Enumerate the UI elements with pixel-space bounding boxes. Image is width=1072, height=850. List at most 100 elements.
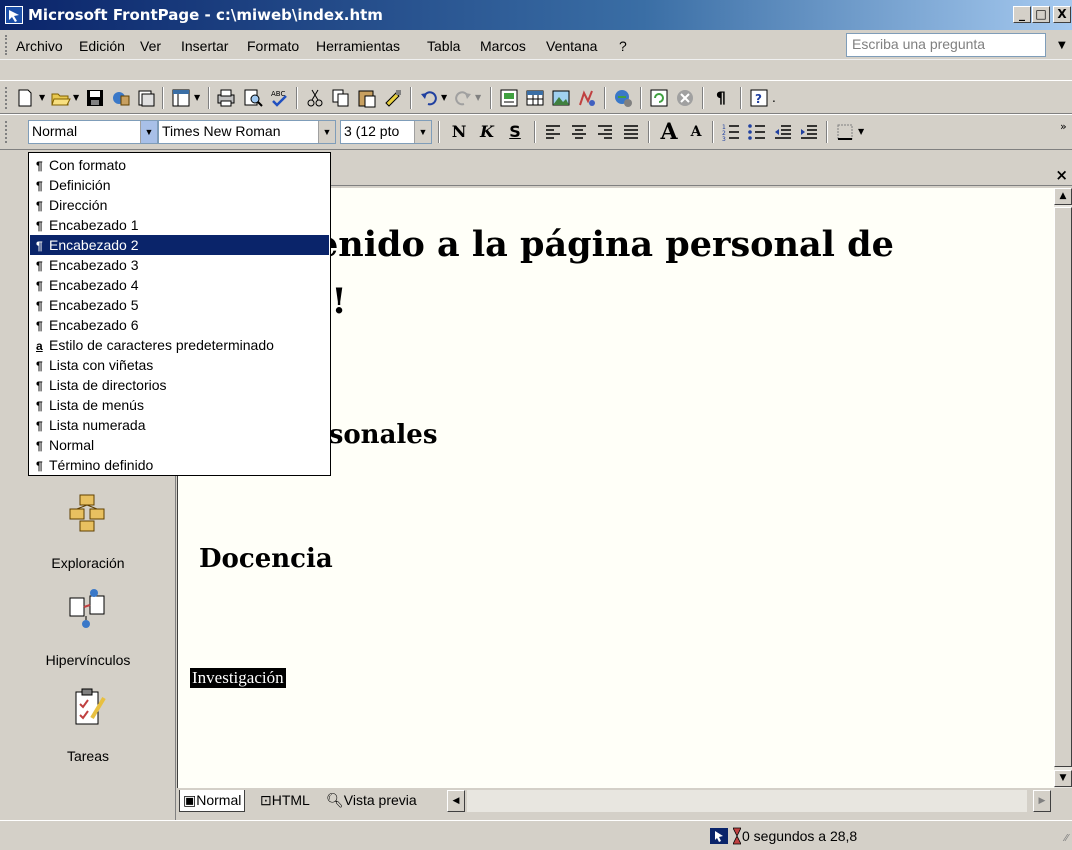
horizontal-scrollbar-track[interactable] — [467, 790, 1027, 812]
menu-insertar[interactable]: Insertar — [181, 38, 228, 54]
style-dropdown-arrow-icon[interactable]: ▼ — [140, 121, 157, 143]
close-document-icon[interactable]: × — [1055, 166, 1068, 184]
size-combo[interactable]: 3 (12 pto ▼ — [340, 120, 432, 144]
style-option[interactable]: ¶ Lista de menús — [30, 395, 329, 415]
style-option[interactable]: ¶ Con formato — [30, 155, 329, 175]
hyperlinks-view-icon[interactable] — [0, 588, 176, 632]
view-exploracion-label[interactable]: Exploración — [0, 555, 176, 571]
stop-icon[interactable] — [674, 87, 696, 109]
insert-component-icon[interactable] — [498, 87, 520, 109]
undo-dropdown-icon[interactable]: ▼ — [441, 93, 447, 102]
minimize-button[interactable]: _ — [1013, 6, 1031, 23]
style-option[interactable]: ¶ Encabezado 5 — [30, 295, 329, 315]
new-dropdown-icon[interactable]: ▼ — [39, 93, 45, 102]
navigation-view-icon[interactable] — [170, 87, 192, 109]
frontpage-app-icon[interactable] — [5, 6, 23, 24]
italic-button[interactable]: K — [476, 121, 498, 143]
folder-list-icon[interactable] — [135, 87, 157, 109]
scroll-up-arrow-icon[interactable]: ▲ — [1054, 188, 1072, 205]
underline-button[interactable]: S — [504, 121, 526, 143]
menubar-grip[interactable] — [5, 35, 9, 55]
toolbar-grip[interactable] — [5, 121, 9, 143]
hyperlink-icon[interactable] — [612, 87, 634, 109]
style-option[interactable]: ¶ Encabezado 6 — [30, 315, 329, 335]
copy-icon[interactable] — [330, 87, 352, 109]
style-combo[interactable]: Normal ▼ — [28, 120, 158, 144]
tab-vista-previa[interactable]: 🔍︎Vista previa — [323, 790, 420, 812]
borders-icon[interactable] — [834, 121, 856, 143]
menu-ventana[interactable]: Ventana — [546, 38, 597, 54]
decrease-font-button[interactable]: A — [686, 121, 706, 143]
tab-html[interactable]: ⊡HTML — [257, 790, 313, 812]
menu-herramientas[interactable]: Herramientas — [316, 38, 400, 54]
tasks-view-icon[interactable] — [0, 688, 176, 728]
views-dropdown-icon[interactable]: ▼ — [194, 93, 200, 102]
maximize-button[interactable]: □ — [1032, 6, 1050, 23]
style-option[interactable]: ¶ Lista de directorios — [30, 375, 329, 395]
borders-dropdown-icon[interactable]: ▼ — [858, 127, 864, 136]
format-painter-icon[interactable] — [382, 87, 404, 109]
ask-question-input[interactable]: Escriba una pregunta — [846, 33, 1046, 57]
style-option[interactable]: ¶ Lista con viñetas — [30, 355, 329, 375]
ask-dropdown-arrow-icon[interactable]: ▼ — [1058, 40, 1066, 51]
toolbar-grip[interactable] — [5, 87, 9, 109]
font-combo[interactable]: Times New Roman ▼ — [158, 120, 336, 144]
publish-web-icon[interactable] — [110, 87, 132, 109]
redo-icon[interactable] — [452, 87, 474, 109]
size-dropdown-arrow-icon[interactable]: ▼ — [414, 121, 431, 143]
style-option[interactable]: ¶ Lista numerada — [30, 415, 329, 435]
numbering-icon[interactable]: 123 — [720, 121, 742, 143]
new-page-icon[interactable] — [14, 87, 36, 109]
align-right-icon[interactable] — [594, 121, 616, 143]
style-option[interactable]: a Estilo de caracteres predeterminado — [30, 335, 329, 355]
help-icon[interactable]: ? — [748, 87, 770, 109]
navigation-view-icon[interactable] — [0, 493, 176, 533]
undo-icon[interactable] — [418, 87, 440, 109]
scroll-left-arrow-icon[interactable]: ◀ — [447, 790, 465, 812]
align-center-icon[interactable] — [568, 121, 590, 143]
bullets-icon[interactable] — [746, 121, 768, 143]
tab-normal[interactable]: ▣Normal — [179, 790, 246, 812]
align-left-icon[interactable] — [542, 121, 564, 143]
resize-grip-icon[interactable]: ⁄⁄ — [1065, 833, 1068, 844]
menu-edicion[interactable]: Edición — [79, 38, 125, 54]
menu-formato[interactable]: Formato — [247, 38, 299, 54]
style-option[interactable]: ¶ Definición — [30, 175, 329, 195]
menu-archivo[interactable]: Archivo — [16, 38, 63, 54]
cut-icon[interactable] — [304, 87, 326, 109]
spelling-icon[interactable]: ABC — [268, 87, 290, 109]
menu-help[interactable]: ? — [619, 38, 627, 54]
insert-table-icon[interactable] — [524, 87, 546, 109]
menu-ver[interactable]: Ver — [140, 38, 161, 54]
print-icon[interactable] — [215, 87, 237, 109]
insert-picture-icon[interactable] — [550, 87, 572, 109]
justify-icon[interactable] — [620, 121, 642, 143]
paste-icon[interactable] — [356, 87, 378, 109]
style-option[interactable]: ¶ Encabezado 1 — [30, 215, 329, 235]
decrease-indent-icon[interactable] — [772, 121, 794, 143]
menu-tabla[interactable]: Tabla — [427, 38, 460, 54]
style-dropdown-list[interactable]: ¶ Con formato ¶ Definición ¶ Dirección ¶ Encabe… — [28, 152, 331, 476]
view-hipervinculos-label[interactable]: Hipervínculos — [0, 652, 176, 668]
save-icon[interactable] — [84, 87, 106, 109]
selected-text-investigacion[interactable]: Investigación — [190, 668, 286, 688]
scrollbar-thumb[interactable] — [1054, 207, 1072, 767]
style-option[interactable]: ¶ Término definido — [30, 455, 329, 475]
style-option[interactable]: ¶ Dirección — [30, 195, 329, 215]
vertical-scrollbar[interactable]: ▲ ▼ — [1054, 188, 1072, 788]
open-dropdown-icon[interactable]: ▼ — [73, 93, 79, 102]
toolbar-overflow-icon[interactable]: » — [1060, 120, 1067, 133]
style-option[interactable]: ¶ Encabezado 4 — [30, 275, 329, 295]
increase-indent-icon[interactable] — [798, 121, 820, 143]
title-bar[interactable]: Microsoft FrontPage - c:\miweb\index.htm… — [0, 0, 1072, 30]
font-dropdown-arrow-icon[interactable]: ▼ — [318, 121, 335, 143]
style-option[interactable]: ¶ Encabezado 2 — [30, 235, 329, 255]
open-folder-icon[interactable] — [50, 87, 72, 109]
drawing-icon[interactable] — [576, 87, 598, 109]
scroll-down-arrow-icon[interactable]: ▼ — [1054, 770, 1072, 787]
toolbar-options-icon[interactable]: . — [772, 91, 776, 105]
style-option[interactable]: ¶ Encabezado 3 — [30, 255, 329, 275]
scroll-right-arrow-icon[interactable]: ▶ — [1033, 790, 1051, 812]
bold-button[interactable]: N — [448, 121, 470, 143]
menu-marcos[interactable]: Marcos — [480, 38, 526, 54]
